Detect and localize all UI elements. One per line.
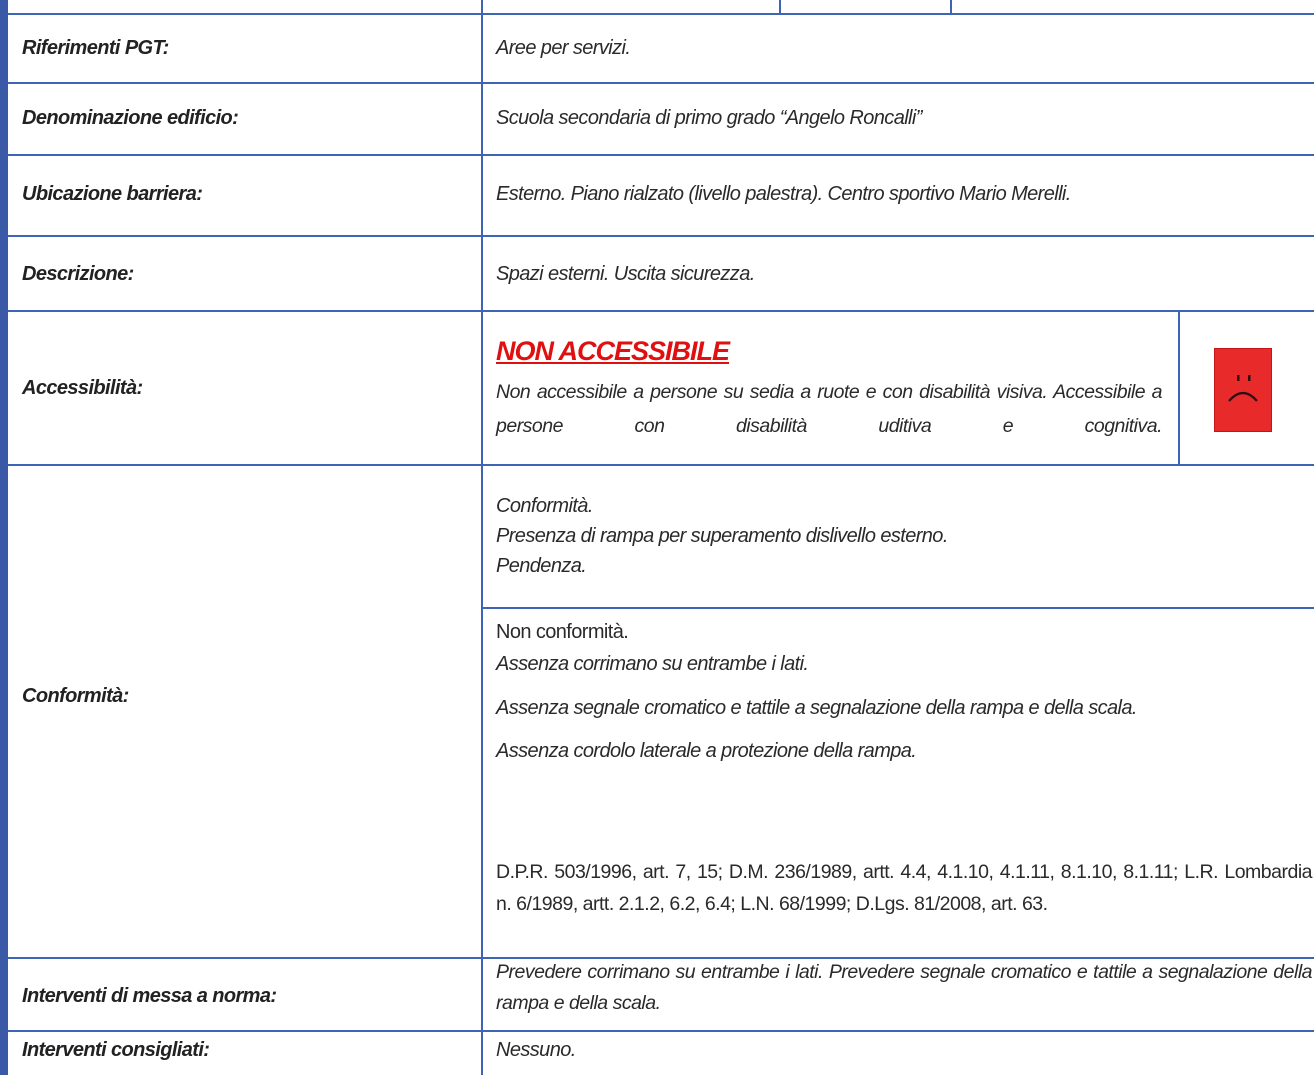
conformity-item: Pendenza. [496,555,587,577]
interventi-consigliati-label: Interventi consigliati: [22,1039,210,1061]
riferimenti-pgt-label: Riferimenti PGT: [22,37,169,59]
left-margin-bar [0,0,8,1075]
riferimenti-pgt-value: Aree per servizi. [496,37,631,59]
conformity-title: Conformità. [496,495,593,517]
non-conformity-title: Non conformità. [496,621,629,643]
barrier-sheet-table: Riferimenti PGT: Aree per servizi. Denom… [0,0,1314,1075]
sad-face-icon [1214,348,1272,432]
ubicazione-barriera-value: Esterno. Piano rialzato (livello palestr… [496,183,1071,205]
interventi-messa-a-norma-value: Prevedere corrimano su entrambe i lati. … [496,961,1313,1014]
non-conformity-item: Assenza corrimano su entrambe i lati. [496,653,809,675]
top-cell-divider [779,0,781,14]
column-divider [481,0,483,1075]
row-divider [8,13,1314,15]
row-divider [8,310,1314,312]
accessibility-status: NON ACCESSIBILE [496,336,730,366]
accessibilita-label: Accessibilità: [22,377,143,399]
row-divider [8,154,1314,156]
denominazione-edificio-value: Scuola secondaria di primo grado “Angelo… [496,107,922,129]
ubicazione-barriera-label: Ubicazione barriera: [22,183,203,205]
interventi-messa-a-norma-label: Interventi di messa a norma: [22,985,277,1007]
icon-cell-divider [1178,310,1180,465]
non-conformity-item: Assenza segnale cromatico e tattile a se… [496,697,1137,719]
row-divider [8,235,1314,237]
descrizione-label: Descrizione: [22,263,134,285]
row-divider [8,1030,1314,1032]
descrizione-value: Spazi esterni. Uscita sicurezza. [496,263,755,285]
top-cell-divider [950,0,952,14]
subrow-divider [482,607,1314,609]
accessibility-description: Non accessibile a persone su sedia a ruo… [496,381,1163,437]
row-divider [8,82,1314,84]
conformita-label: Conformità: [22,685,129,707]
non-conformity-item: Assenza cordolo laterale a protezione de… [496,740,917,762]
interventi-consigliati-value: Nessuno. [496,1039,576,1061]
denominazione-edificio-label: Denominazione edificio: [22,107,239,129]
norms-references: D.P.R. 503/1996, art. 7, 15; D.M. 236/19… [496,861,1313,915]
row-divider [8,464,1314,466]
conformity-item: Presenza di rampa per superamento disliv… [496,525,948,547]
